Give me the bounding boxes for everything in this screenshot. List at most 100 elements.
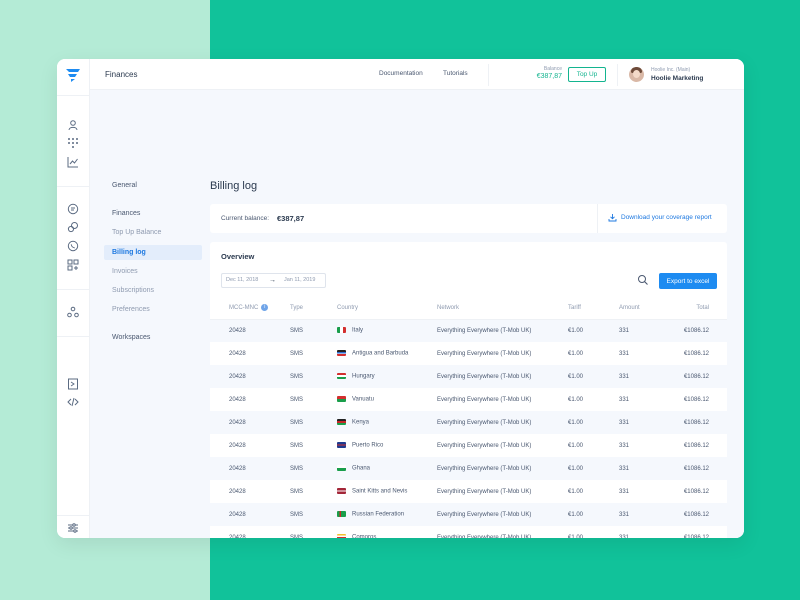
- cell-tariff: €1.00: [568, 457, 619, 480]
- cell-amount: 331: [619, 480, 669, 503]
- flag-icon: [337, 465, 346, 472]
- table-row[interactable]: 20428 SMS Kenya Everything Everywhere (T-Mo…: [210, 411, 727, 434]
- nav-billing-log[interactable]: Billing log: [104, 245, 202, 260]
- col-tariff[interactable]: Tariff: [568, 297, 619, 320]
- cell-type: SMS: [290, 319, 337, 342]
- cell-amount: 331: [619, 342, 669, 365]
- cell-tariff: €1.00: [568, 365, 619, 388]
- cell-tariff: €1.00: [568, 411, 619, 434]
- cell-tariff: €1.00: [568, 388, 619, 411]
- top-up-button[interactable]: Top Up: [568, 67, 606, 82]
- book-icon[interactable]: [67, 378, 79, 390]
- cell-tariff: €1.00: [568, 319, 619, 342]
- flag-icon: [337, 327, 346, 334]
- cell-network: Everything Everywhere (T-Mob UK): [437, 319, 568, 342]
- export-to-excel-button[interactable]: Export to excel: [659, 273, 717, 289]
- documentation-link[interactable]: Documentation: [379, 70, 423, 77]
- col-type[interactable]: Type: [290, 297, 337, 320]
- settings-nav: General Finances Top Up Balance Billing …: [90, 90, 207, 538]
- cell-amount: 331: [619, 319, 669, 342]
- grid-icon[interactable]: [67, 137, 79, 149]
- cell-type: SMS: [290, 526, 337, 538]
- cell-network: Everything Everywhere (T-Mob UK): [437, 342, 568, 365]
- table-row[interactable]: 20428 SMS Comoros Everything Everywhere (T-…: [210, 526, 727, 538]
- cell-type: SMS: [290, 480, 337, 503]
- top-bar: Finances Documentation Tutorials Balance…: [90, 59, 744, 90]
- download-icon: [608, 214, 617, 222]
- flag-icon: [337, 511, 346, 518]
- col-country[interactable]: Country: [337, 297, 437, 320]
- current-balance-card: Current balance: €387,87 Download your c…: [210, 204, 727, 233]
- tutorials-link[interactable]: Tutorials: [443, 70, 468, 77]
- cell-mcc-mnc: 20428: [210, 388, 290, 411]
- bubbles-icon[interactable]: [67, 221, 79, 233]
- cell-type: SMS: [290, 434, 337, 457]
- chart-icon[interactable]: [67, 156, 79, 168]
- avatar[interactable]: [629, 67, 644, 82]
- nav-top-up-balance[interactable]: Top Up Balance: [104, 225, 202, 240]
- sliders-icon[interactable]: [67, 522, 79, 534]
- cell-network: Everything Everywhere (T-Mob UK): [437, 388, 568, 411]
- cell-total: €1086.12: [669, 365, 727, 388]
- cell-country: Antigua and Barbuda: [337, 342, 437, 365]
- overview-card: Overview Dec 11, 2018 → Jan 11, 2019 Exp…: [210, 242, 727, 538]
- nav-workspaces[interactable]: Workspaces: [104, 330, 202, 345]
- nav-general[interactable]: General: [104, 178, 202, 193]
- cell-amount: 331: [619, 434, 669, 457]
- account-switcher[interactable]: Hoolie Inc. (Main) Hoolie Marketing: [651, 67, 703, 82]
- table-row[interactable]: 20428 SMS Saint Kitts and Nevis Everything …: [210, 480, 727, 503]
- nav-preferences[interactable]: Preferences: [104, 302, 202, 317]
- col-total[interactable]: Total: [669, 297, 727, 320]
- date-range-picker[interactable]: Dec 11, 2018 → Jan 11, 2019: [221, 273, 326, 288]
- cell-network: Everything Everywhere (T-Mob UK): [437, 503, 568, 526]
- cell-total: €1086.12: [669, 434, 727, 457]
- cell-network: Everything Everywhere (T-Mob UK): [437, 365, 568, 388]
- cell-total: €1086.12: [669, 457, 727, 480]
- nav-finances[interactable]: Finances: [104, 206, 202, 221]
- table-row[interactable]: 20428 SMS Hungary Everything Everywhere (T-…: [210, 365, 727, 388]
- team-icon[interactable]: [67, 306, 79, 318]
- cell-total: €1086.12: [669, 503, 727, 526]
- table-row[interactable]: 20428 SMS Russian Federation Everything Eve…: [210, 503, 727, 526]
- nav-subscriptions[interactable]: Subscriptions: [104, 283, 202, 298]
- cell-mcc-mnc: 20428: [210, 480, 290, 503]
- cell-type: SMS: [290, 388, 337, 411]
- whatsapp-icon[interactable]: [67, 240, 79, 252]
- cell-mcc-mnc: 20428: [210, 319, 290, 342]
- table-row[interactable]: 20428 SMS Antigua and Barbuda Everything Ev…: [210, 342, 727, 365]
- cell-network: Everything Everywhere (T-Mob UK): [437, 457, 568, 480]
- table-row[interactable]: 20428 SMS Puerto Rico Everything Everywhere…: [210, 434, 727, 457]
- table-row[interactable]: 20428 SMS Italy Everything Everywhere (T-Mo…: [210, 319, 727, 342]
- cell-country: Hungary: [337, 365, 437, 388]
- download-report-link[interactable]: Download your coverage report: [608, 213, 712, 222]
- cell-total: €1086.12: [669, 388, 727, 411]
- cell-network: Everything Everywhere (T-Mob UK): [437, 480, 568, 503]
- cell-country: Comoros: [337, 526, 437, 538]
- balance-value: €387,87: [536, 73, 562, 80]
- chat-icon[interactable]: [67, 203, 79, 215]
- download-label: Download your coverage report: [621, 214, 712, 222]
- cell-country: Puerto Rico: [337, 434, 437, 457]
- col-network[interactable]: Network: [437, 297, 568, 320]
- cell-mcc-mnc: 20428: [210, 503, 290, 526]
- table-row[interactable]: 20428 SMS Vanuatu Everything Everywhere (T-…: [210, 388, 727, 411]
- current-balance-value: €387,87: [277, 214, 305, 223]
- apps-icon[interactable]: [67, 259, 79, 271]
- nav-invoices[interactable]: Invoices: [104, 264, 202, 279]
- cell-type: SMS: [290, 503, 337, 526]
- cell-total: €1086.12: [669, 319, 727, 342]
- col-mcc-mnc[interactable]: MCC-MNC i: [210, 297, 290, 320]
- search-icon[interactable]: [637, 274, 649, 286]
- cell-network: Everything Everywhere (T-Mob UK): [437, 434, 568, 457]
- user-icon[interactable]: [67, 119, 79, 131]
- info-icon[interactable]: i: [261, 304, 269, 312]
- cell-mcc-mnc: 20428: [210, 365, 290, 388]
- col-amount[interactable]: Amount: [619, 297, 669, 320]
- cell-type: SMS: [290, 411, 337, 434]
- cell-type: SMS: [290, 342, 337, 365]
- header-balance: Balance €387,87: [536, 66, 562, 80]
- table-row[interactable]: 20428 SMS Ghana Everything Everywhere (T-Mo…: [210, 457, 727, 480]
- code-icon[interactable]: [67, 396, 79, 408]
- logo-icon[interactable]: [65, 68, 81, 82]
- cell-total: €1086.12: [669, 342, 727, 365]
